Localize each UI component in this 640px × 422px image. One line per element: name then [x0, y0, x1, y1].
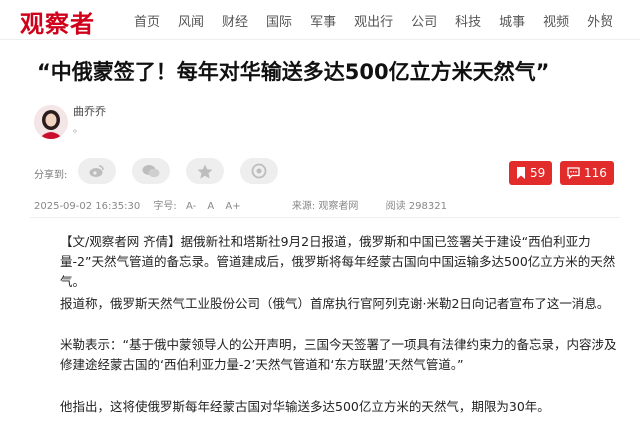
font-bigger-button[interactable]: A+ — [225, 201, 240, 212]
site-logo[interactable]: 观察者 — [20, 4, 95, 39]
nav-item-travel[interactable]: 观出行 — [354, 11, 393, 30]
weibo-share-button[interactable] — [78, 158, 116, 184]
meta-divider — [30, 217, 620, 218]
font-size-label: 字号: — [153, 201, 177, 212]
article-title: “中俄蒙签了！每年对华输送多达500亿立方米天然气” — [37, 60, 550, 84]
article-paragraph: 【文/观察者网 齐倩】据俄新社和塔斯社9月2日报道，俄罗斯和中国已签署关于建设“… — [60, 234, 616, 289]
article-source: 来源: 观察者网 — [291, 201, 359, 212]
nav-item-fengwen[interactable]: 风闻 — [178, 11, 204, 30]
top-navigation-bar: 观察者 首页 风闻 财经 国际 军事 观出行 公司 科技 城事 视频 外贸 — [0, 0, 640, 40]
nav-item-city[interactable]: 城事 — [499, 11, 525, 30]
nav-item-home[interactable]: 首页 — [134, 11, 160, 30]
nav-item-finance[interactable]: 财经 — [222, 11, 248, 30]
wechat-share-button[interactable] — [132, 158, 170, 184]
comment-count: 116 — [584, 166, 607, 180]
nav-item-company[interactable]: 公司 — [411, 11, 437, 30]
view-count: 阅读 298321 — [385, 201, 447, 212]
nav-item-military[interactable]: 军事 — [310, 11, 336, 30]
article-paragraph: 他指出，这将使俄罗斯每年经蒙古国对华输送多达500亿立方米的天然气，期限为30年… — [60, 399, 550, 414]
qzone-share-button[interactable] — [186, 158, 224, 184]
moments-share-button[interactable] — [240, 158, 278, 184]
nav-item-video[interactable]: 视频 — [543, 11, 569, 30]
author-avatar[interactable] — [34, 105, 68, 139]
font-smaller-button[interactable]: A- — [186, 201, 196, 212]
wechat-icon — [142, 165, 160, 178]
moments-icon — [251, 163, 267, 179]
font-normal-button[interactable]: A — [207, 201, 214, 212]
nav-item-trade[interactable]: 外贸 — [587, 11, 613, 30]
article-paragraph: 报道称，俄罗斯天然气工业股份公司（俄气）首席执行官阿列克谢·米勒2日向记者宣布了… — [60, 296, 610, 311]
qzone-icon — [197, 164, 213, 178]
author-subtitle: 。 — [73, 124, 83, 135]
share-label: 分享到: — [34, 170, 68, 181]
bookmark-count: 59 — [530, 166, 546, 180]
weibo-icon — [89, 165, 104, 177]
article-paragraph: 米勒表示：“基于俄中蒙领导人的公开声明，三国今天签署了一项具有法律约束力的备忘录… — [60, 337, 617, 372]
bookmark-icon — [517, 167, 525, 179]
comment-icon — [567, 167, 580, 179]
nav-divider — [603, 13, 604, 27]
nav-item-international[interactable]: 国际 — [266, 11, 292, 30]
comment-count-button[interactable]: 116 — [560, 161, 614, 185]
main-nav: 首页 风闻 财经 国际 军事 观出行 公司 科技 城事 视频 外贸 — [134, 11, 631, 30]
publish-date: 2025-09-02 16:35:30 — [34, 201, 141, 212]
author-name[interactable]: 曲乔乔 — [73, 103, 106, 119]
bookmark-count-button[interactable]: 59 — [509, 161, 553, 185]
article-meta: 2025-09-02 16:35:30 字号: A- A A+ 来源: 观察者网… — [34, 197, 455, 212]
nav-item-tech[interactable]: 科技 — [455, 11, 481, 30]
